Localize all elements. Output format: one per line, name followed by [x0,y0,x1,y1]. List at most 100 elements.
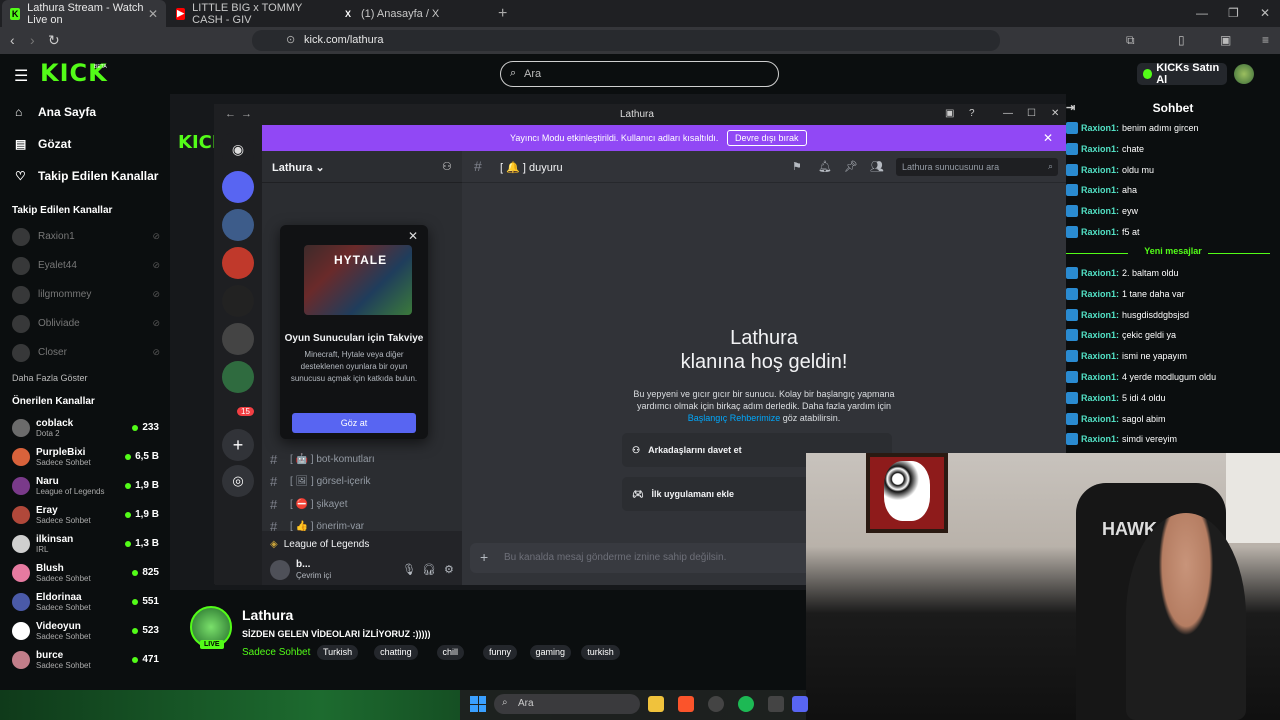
recommended-channel[interactable]: Eldorinaa Sadece Sohbet 551 [0,587,170,616]
recommended-channel[interactable]: burce Sadece Sohbet 471 [0,645,170,674]
extensions-icon[interactable]: ⧉ [1126,33,1135,48]
taskbar-search[interactable]: ⌕ Ara [494,694,640,714]
chat-username[interactable]: Raxion1: [1081,165,1119,175]
chat-username[interactable]: Raxion1: [1081,227,1119,237]
hamburger-menu-icon[interactable]: ☰ [14,66,28,86]
close-tab-icon[interactable]: ✕ [148,7,158,21]
file-explorer-icon[interactable] [648,696,664,712]
nav-following[interactable]: ♡ Takip Edilen Kanallar [0,160,170,192]
menu-icon[interactable]: ≡ [1262,33,1269,47]
stream-tag[interactable]: turkish [581,645,620,660]
back-icon[interactable]: ← [225,108,236,120]
close-popup-icon[interactable]: ✕ [408,229,418,243]
stream-tag[interactable]: chill [436,645,465,660]
recommended-channel[interactable]: ilkinsan IRL 1,3 B [0,529,170,558]
chat-username[interactable]: Raxion1: [1081,434,1119,444]
chat-username[interactable]: Raxion1: [1081,310,1119,320]
recommended-channel[interactable]: Videoyun Sadece Sohbet 523 [0,616,170,645]
browser-tab-kick[interactable]: K Lathura Stream - Watch Live on ✕ [2,0,166,27]
channel-item[interactable]: # [ 🤖 ] bot-komutları [270,449,454,469]
chat-username[interactable]: Raxion1: [1081,414,1119,424]
user-avatar[interactable] [1234,64,1254,84]
chat-username[interactable]: Raxion1: [1081,185,1119,195]
brave-browser-icon[interactable] [678,696,694,712]
followed-channel[interactable]: Eyalet44 ⊘ [0,251,170,280]
headphones-icon[interactable]: 🎧︎ [422,563,436,576]
server-search-input[interactable]: Lathura sunucusunu ara ⌕ [896,158,1058,176]
followed-channel[interactable]: Raxion1 ⊘ [0,222,170,251]
recommended-channel[interactable]: Naru League of Legends 1,9 B [0,471,170,500]
wallet-icon[interactable]: ▣ [1220,33,1231,47]
browser-tab-youtube[interactable]: ▶ LITTLE BIG x TOMMY CASH - GIV [168,0,332,27]
threads-icon[interactable]: ⚑ [792,160,802,173]
maximize-icon[interactable]: ☐ [1027,108,1036,119]
reload-icon[interactable]: ↻ [48,32,60,49]
chat-username[interactable]: Raxion1: [1081,372,1119,382]
minimize-icon[interactable]: — [1003,108,1013,119]
server-header[interactable]: Lathura ⌄ ⚇ [262,151,462,183]
bell-icon[interactable]: 🔔︎ [818,160,832,173]
chat-username[interactable]: Raxion1: [1081,268,1119,278]
sidebar-icon[interactable]: ▯ [1178,33,1185,47]
restore-icon[interactable]: ❐ [1228,6,1239,20]
minimize-icon[interactable]: — [1196,6,1208,20]
close-window-icon[interactable]: ✕ [1260,6,1270,20]
followed-channel[interactable]: lilgmommey ⊘ [0,280,170,309]
streamer-name[interactable]: Lathura [242,607,293,623]
channel-item[interactable]: # [ ⛔ ] şikayet [270,494,454,514]
discord-taskbar-icon[interactable] [792,696,808,712]
browse-button[interactable]: Göz at [292,413,416,433]
chat-username[interactable]: Raxion1: [1081,289,1119,299]
recommended-channel[interactable]: Eray Sadece Sohbet 1,9 B [0,500,170,529]
recommended-channel[interactable]: PurpleBixi Sadece Sohbet 6,5 B [0,442,170,471]
followed-channel[interactable]: Closer ⊘ [0,338,170,367]
windows-start-icon[interactable] [470,696,486,712]
chat-username[interactable]: Raxion1: [1081,330,1119,340]
explore-servers-icon[interactable]: ◎ [222,465,254,497]
server-icon[interactable] [222,361,254,393]
nav-home[interactable]: ⌂ Ana Sayfa [0,96,170,128]
chat-username[interactable]: Raxion1: [1081,123,1119,133]
chat-username[interactable]: Raxion1: [1081,393,1119,403]
forward-icon[interactable]: › [30,32,35,48]
microphone-icon[interactable]: 🎙︎ [402,563,416,576]
inbox-icon[interactable]: ▣ [945,108,954,119]
browser-tab-x[interactable]: X (1) Anasayfa / X [334,0,494,27]
buy-kicks-button[interactable]: KICKs Satın Al [1137,62,1227,86]
attach-icon[interactable]: + [480,549,488,565]
stream-category[interactable]: Sadece Sohbet [242,647,310,658]
pin-icon[interactable]: 📌︎ [844,160,858,173]
chat-username[interactable]: Raxion1: [1081,351,1119,361]
stream-tag[interactable]: chatting [374,645,418,660]
search-input[interactable]: ⌕ Ara [500,61,779,87]
server-icon[interactable] [222,285,254,317]
settings-icon[interactable]: ⚙ [444,563,454,576]
back-icon[interactable]: ‹ [10,32,15,48]
stream-tag[interactable]: funny [483,645,518,660]
site-info-icon[interactable]: ⊙ [286,33,295,46]
server-lathura-icon[interactable] [222,171,254,203]
server-icon[interactable] [222,247,254,279]
members-icon[interactable]: 👥︎ [870,160,884,173]
close-icon[interactable]: ✕ [1051,108,1059,119]
forward-icon[interactable]: → [241,108,252,120]
server-icon[interactable] [222,323,254,355]
app-icon[interactable] [768,696,784,712]
channel-item[interactable]: # [ 🖼 ] görsel-içerik [270,471,454,491]
discord-home-icon[interactable]: ◉ [222,133,254,165]
starter-guide-link[interactable]: Başlangıç Rehberimize [688,413,781,423]
help-icon[interactable]: ? [969,108,975,119]
chat-username[interactable]: Raxion1: [1081,144,1119,154]
invite-people-icon[interactable]: ⚇ [442,160,452,173]
nav-browse[interactable]: ▤ Gözat [0,128,170,160]
voice-connection-bar[interactable]: ◈ League of Legends [262,531,462,557]
stream-tag[interactable]: gaming [529,645,572,660]
obs-icon[interactable] [708,696,724,712]
stream-tag[interactable]: Turkish [317,645,359,660]
add-server-icon[interactable]: + [222,429,254,461]
followed-channel[interactable]: Obliviade ⊘ [0,309,170,338]
url-bar[interactable]: ⊙ kick.com/lathura [252,30,1000,51]
collapse-chat-icon[interactable]: ⇥ [1066,94,1075,122]
new-tab-icon[interactable]: + [498,5,507,23]
server-icon[interactable] [222,209,254,241]
